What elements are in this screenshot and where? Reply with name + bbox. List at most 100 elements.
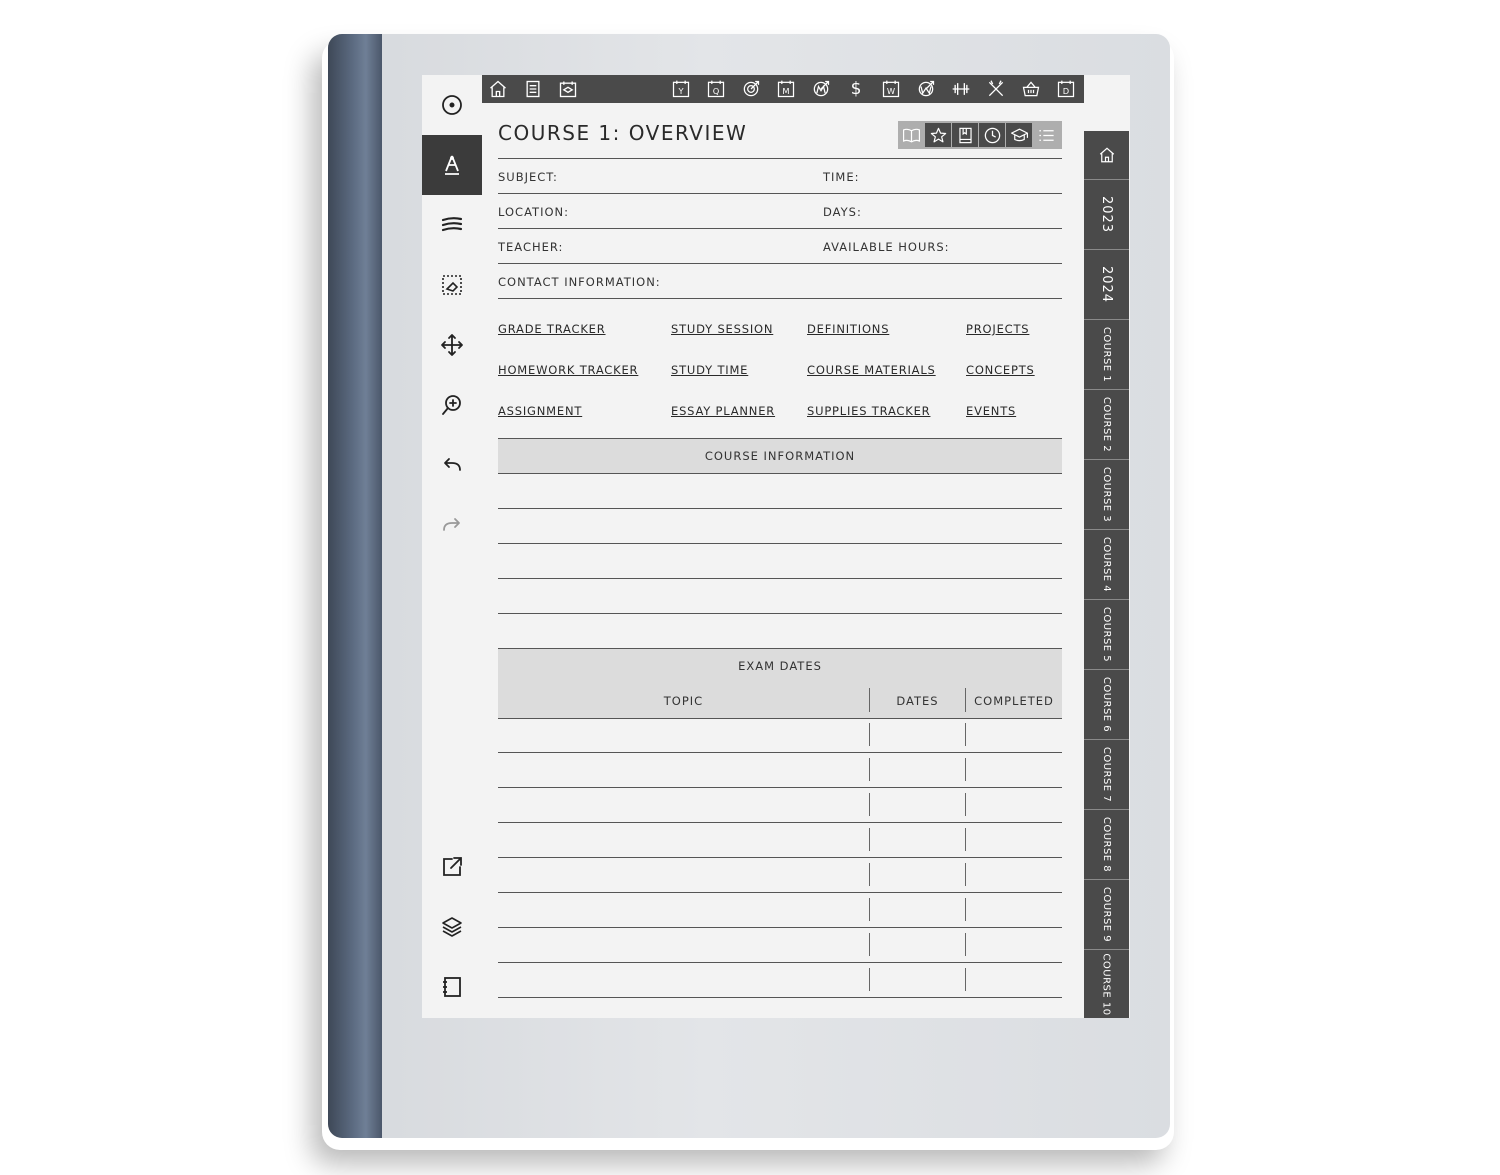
- eraser-select-button[interactable]: [422, 255, 482, 315]
- link-concepts[interactable]: CONCEPTS: [966, 363, 1035, 377]
- exam-row-line[interactable]: [498, 892, 1062, 893]
- link-grade-tracker[interactable]: GRADE TRACKER: [498, 322, 606, 336]
- layers-button[interactable]: [422, 897, 482, 957]
- exam-row-line[interactable]: [498, 857, 1062, 858]
- share-icon: [443, 857, 462, 876]
- course-info-line[interactable]: [498, 578, 1062, 579]
- pen-tool-button[interactable]: [422, 135, 482, 195]
- nav-calendar-cap-button[interactable]: [557, 78, 579, 100]
- nav-year-button[interactable]: Y: [670, 78, 692, 100]
- divider: [498, 158, 1062, 159]
- nav-month-button[interactable]: M: [775, 78, 797, 100]
- link-homework-tracker[interactable]: HOMEWORK TRACKER: [498, 363, 638, 377]
- link-projects[interactable]: PROJECTS: [966, 322, 1029, 336]
- link-course-materials[interactable]: COURSE MATERIALS: [807, 363, 936, 377]
- nav-quarter-button[interactable]: Q: [705, 78, 727, 100]
- link-essay-planner[interactable]: ESSAY PLANNER: [671, 404, 775, 418]
- side-tab-label: COURSE 9: [1101, 886, 1113, 943]
- exam-row-line[interactable]: [498, 927, 1062, 928]
- move-icon: [441, 334, 463, 356]
- nav-monthly-goals-button[interactable]: [810, 78, 832, 100]
- star-button[interactable]: [925, 123, 951, 147]
- link-assignment[interactable]: ASSIGNMENT: [498, 404, 582, 418]
- exam-row-line[interactable]: [498, 997, 1062, 998]
- clock-button[interactable]: [979, 123, 1005, 147]
- link-supplies-tracker[interactable]: SUPPLIES TRACKER: [807, 404, 930, 418]
- share-button[interactable]: [422, 837, 482, 897]
- notebook-icon: [443, 977, 461, 997]
- zoom-button[interactable]: [422, 375, 482, 435]
- top-nav-bar: Y Q M $ W D: [482, 75, 1084, 103]
- side-tab-course-5[interactable]: COURSE 5: [1084, 600, 1129, 670]
- exam-row-line[interactable]: [498, 962, 1062, 963]
- side-tab-label: COURSE 8: [1101, 816, 1113, 873]
- subject-label: SUBJECT:: [498, 170, 558, 184]
- dates-column-header: DATES: [896, 694, 939, 708]
- undo-icon: [444, 458, 461, 471]
- side-tab-2023[interactable]: 2023: [1084, 180, 1129, 250]
- link-definitions[interactable]: DEFINITIONS: [807, 322, 889, 336]
- nav-fitness-button[interactable]: [950, 78, 972, 100]
- side-tab-course-3[interactable]: COURSE 3: [1084, 460, 1129, 530]
- nav-finance-button[interactable]: $: [845, 78, 867, 100]
- teacher-label: TEACHER:: [498, 240, 564, 254]
- contact-line[interactable]: [498, 298, 1062, 299]
- fitness-icon: [952, 83, 970, 95]
- exam-row-line[interactable]: [498, 752, 1062, 753]
- tablet-screen: Y Q M $ W D 2023 2024 COURSE 1 COURSE 2 …: [422, 75, 1130, 1018]
- nav-week-button[interactable]: W: [880, 78, 902, 100]
- subject-line[interactable]: [498, 193, 1062, 194]
- list-button[interactable]: [1033, 123, 1059, 147]
- lines-tool-button[interactable]: [422, 195, 482, 255]
- side-tab-course-2[interactable]: COURSE 2: [1084, 390, 1129, 460]
- side-tab-course-4[interactable]: COURSE 4: [1084, 530, 1129, 600]
- side-tab-course-1[interactable]: COURSE 1: [1084, 320, 1129, 390]
- book-button[interactable]: [898, 123, 924, 147]
- side-tab-label: COURSE 1: [1101, 326, 1113, 383]
- row-divider: [869, 758, 870, 781]
- course-info-line[interactable]: [498, 543, 1062, 544]
- notebook-section-button[interactable]: [952, 123, 978, 147]
- nav-weekly-goals-button[interactable]: [915, 78, 937, 100]
- move-button[interactable]: [422, 315, 482, 375]
- menu-circle-icon: [442, 95, 462, 115]
- location-line[interactable]: [498, 228, 1062, 229]
- menu-button[interactable]: [422, 75, 482, 135]
- link-events[interactable]: EVENTS: [966, 404, 1016, 418]
- row-divider: [965, 898, 966, 921]
- right-corner-strip: [1084, 103, 1129, 131]
- row-divider: [869, 793, 870, 816]
- undo-button[interactable]: [422, 435, 482, 495]
- redo-button[interactable]: [422, 495, 482, 555]
- link-study-time[interactable]: STUDY TIME: [671, 363, 748, 377]
- contact-label: CONTACT INFORMATION:: [498, 275, 661, 289]
- nav-goals-button[interactable]: [740, 78, 762, 100]
- side-tab-course-6[interactable]: COURSE 6: [1084, 670, 1129, 740]
- exam-row-line[interactable]: [498, 822, 1062, 823]
- side-tab-home[interactable]: [1084, 131, 1129, 180]
- side-tab-2024[interactable]: 2024: [1084, 250, 1129, 320]
- side-tab-course-10[interactable]: COURSE 10: [1084, 950, 1129, 1018]
- link-study-session[interactable]: STUDY SESSION: [671, 322, 773, 336]
- nav-home-button[interactable]: [487, 78, 509, 100]
- side-tab-label: COURSE 4: [1101, 536, 1113, 593]
- nav-tools-button[interactable]: [985, 78, 1007, 100]
- exam-row-line[interactable]: [498, 787, 1062, 788]
- side-tab-course-9[interactable]: COURSE 9: [1084, 880, 1129, 950]
- teacher-line[interactable]: [498, 263, 1062, 264]
- notebook-button[interactable]: [422, 957, 482, 1017]
- course-info-line[interactable]: [498, 508, 1062, 509]
- nav-notes-button[interactable]: [522, 78, 544, 100]
- goals-icon: [743, 80, 760, 97]
- dollar-icon: $: [850, 79, 862, 99]
- home-icon: [490, 80, 506, 98]
- day-letter: D: [1063, 86, 1069, 96]
- side-tab-course-7[interactable]: COURSE 7: [1084, 740, 1129, 810]
- side-tab-course-8[interactable]: COURSE 8: [1084, 810, 1129, 880]
- nav-basket-button[interactable]: [1020, 78, 1042, 100]
- nav-day-button[interactable]: D: [1055, 78, 1077, 100]
- quarter-icon: Q: [707, 80, 725, 98]
- lines-icon: [441, 217, 463, 232]
- course-info-line[interactable]: [498, 613, 1062, 614]
- graduation-button[interactable]: [1006, 123, 1032, 147]
